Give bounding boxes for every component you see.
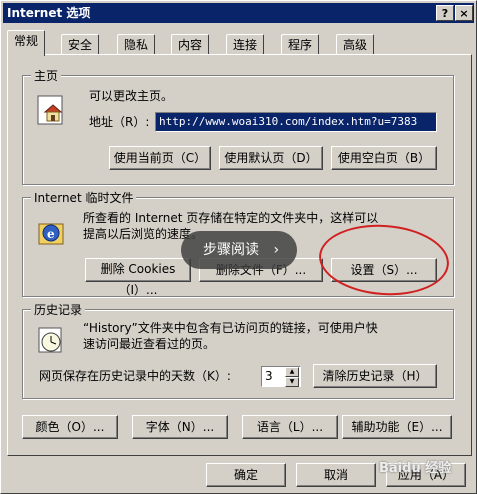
- homepage-group: 主页 可以更改主页。 地址（R）: http://www.woai310.com…: [22, 67, 454, 185]
- ok-button[interactable]: 确定: [206, 463, 286, 487]
- homepage-legend: 主页: [31, 67, 62, 84]
- tab-security[interactable]: 安全: [61, 34, 100, 55]
- tab-connections[interactable]: 连接: [226, 34, 265, 55]
- tab-strip: 常规 安全 隐私 内容 连接 程序 高级: [7, 29, 472, 56]
- close-button[interactable]: ×: [455, 5, 473, 21]
- tab-general[interactable]: 常规: [7, 30, 46, 56]
- ie-folder-icon: e: [38, 223, 64, 245]
- clear-history-button[interactable]: 清除历史记录（H）: [313, 364, 437, 388]
- home-page-icon: [37, 95, 63, 125]
- homepage-address-input[interactable]: http://www.woai310.com/index.htm?u=7383: [155, 112, 437, 132]
- watermark: Baidu 经验: [379, 461, 452, 476]
- use-default-page-button[interactable]: 使用默认页（D）: [219, 146, 323, 170]
- spin-down-icon[interactable]: ▼: [285, 377, 299, 387]
- use-current-page-button[interactable]: 使用当前页（C）: [109, 146, 211, 170]
- chevron-right-icon: ›: [273, 242, 280, 258]
- fonts-button[interactable]: 字体（N）...: [132, 415, 228, 439]
- delete-cookies-button[interactable]: 删除 Cookies（I）...: [85, 258, 191, 297]
- history-group: 历史记录 “History”文件夹中包含有已访问页的链接，可使用户快 速访问最近…: [22, 301, 454, 399]
- step-reading-label: 步骤阅读: [203, 242, 259, 258]
- tab-privacy[interactable]: 隐私: [117, 34, 156, 55]
- tab-content[interactable]: 内容: [171, 34, 210, 55]
- help-button[interactable]: ?: [436, 5, 454, 21]
- colors-button[interactable]: 颜色（O）...: [22, 415, 118, 439]
- cancel-button[interactable]: 取消: [296, 463, 376, 487]
- history-desc-line1: “History”文件夹中包含有已访问页的链接，可使用户快: [83, 321, 378, 335]
- days-to-keep-label: 网页保存在历史记录中的天数（K）:: [39, 369, 231, 383]
- internet-options-dialog: Internet 选项 ? × 常规 安全 隐私 内容 连接 程序 高级 主页 …: [0, 0, 477, 494]
- temp-files-legend: Internet 临时文件: [31, 189, 137, 206]
- address-label: 地址（R）:: [89, 115, 150, 129]
- tab-programs[interactable]: 程序: [281, 34, 320, 55]
- history-clock-icon: [38, 327, 62, 353]
- accessibility-button[interactable]: 辅助功能（E）...: [342, 415, 452, 439]
- svg-text:e: e: [47, 227, 55, 241]
- history-legend: 历史记录: [31, 301, 86, 318]
- temp-files-desc-line1: 所查看的 Internet 页存储在特定的文件夹中，这样可以: [83, 211, 379, 225]
- spin-up-icon[interactable]: ▲: [285, 367, 299, 377]
- languages-button[interactable]: 语言（L）...: [242, 415, 338, 439]
- step-reading-overlay[interactable]: 步骤阅读 ›: [181, 231, 297, 269]
- homepage-description: 可以更改主页。: [89, 89, 174, 103]
- use-blank-page-button[interactable]: 使用空白页（B）: [331, 146, 437, 170]
- history-desc-line2: 速访问最近查看过的页。: [83, 337, 216, 351]
- title-bar[interactable]: Internet 选项 ? ×: [3, 3, 474, 23]
- tab-advanced[interactable]: 高级: [336, 34, 375, 55]
- window-title: Internet 选项: [7, 6, 91, 20]
